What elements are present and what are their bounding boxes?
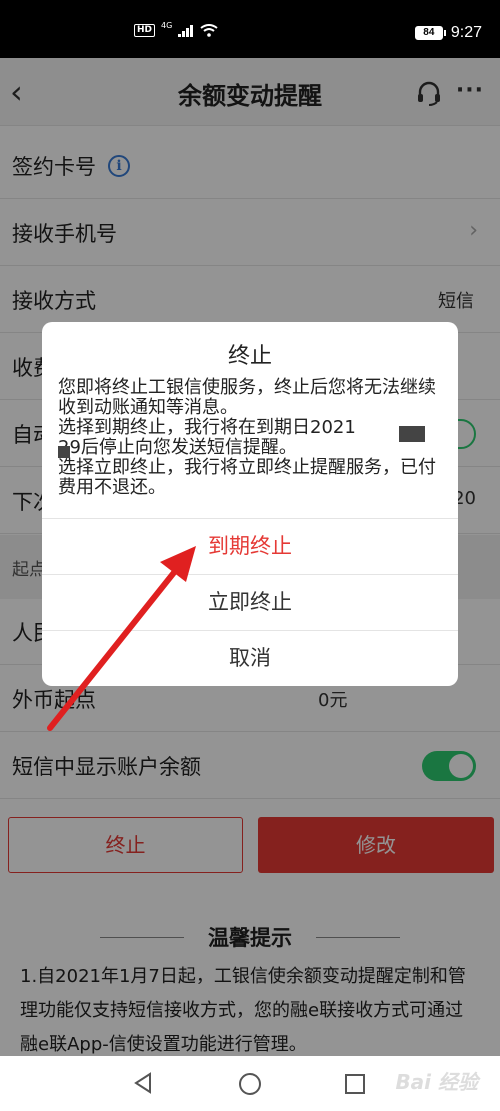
network-type: 4G — [161, 21, 173, 30]
redaction-mask — [58, 446, 70, 458]
back-triangle-icon[interactable] — [132, 1072, 154, 1094]
signal-icon — [178, 24, 194, 37]
terminate-dialog: 终止 您即将终止工银信使服务，终止后您将无法继续收到动账通知等消息。 选择到期终… — [42, 322, 458, 686]
dialog-message: 您即将终止工银信使服务，终止后您将无法继续收到动账通知等消息。 选择到期终止，我… — [58, 378, 444, 498]
dialog-title: 终止 — [227, 344, 272, 369]
status-right: 84 9:27 — [414, 24, 482, 42]
dialog-line: 选择到期终止，我行将在到期日2021 — [58, 417, 356, 438]
dialog-line: 您即将终止工银信使服务，终止后您将无法继续收到动账通知等消息。 — [58, 377, 436, 418]
status-icons: HD 4G — [134, 21, 218, 37]
hd-badge: HD — [134, 24, 156, 37]
dialog-line: 选择立即终止，我行将立即终止提醒服务，已付费用不退还。 — [58, 457, 436, 498]
status-bar: HD 4G 84 9:27 — [0, 0, 500, 58]
system-nav-bar: Bai 经验 — [0, 1056, 500, 1111]
dialog-line: 29后停止向您发送短信提醒。 — [58, 437, 297, 458]
cancel-button[interactable]: 取消 — [42, 631, 458, 686]
terminate-now-button[interactable]: 立即终止 — [42, 575, 458, 630]
recents-square-icon[interactable] — [344, 1073, 366, 1095]
redaction-mask — [399, 426, 425, 442]
expire-terminate-button[interactable]: 到期终止 — [42, 519, 458, 574]
home-circle-icon[interactable] — [238, 1072, 262, 1096]
battery-icon: 84 — [414, 26, 446, 40]
watermark-logo: Bai 经验 — [395, 1070, 478, 1094]
wifi-icon — [200, 24, 218, 37]
clock: 9:27 — [450, 24, 482, 41]
